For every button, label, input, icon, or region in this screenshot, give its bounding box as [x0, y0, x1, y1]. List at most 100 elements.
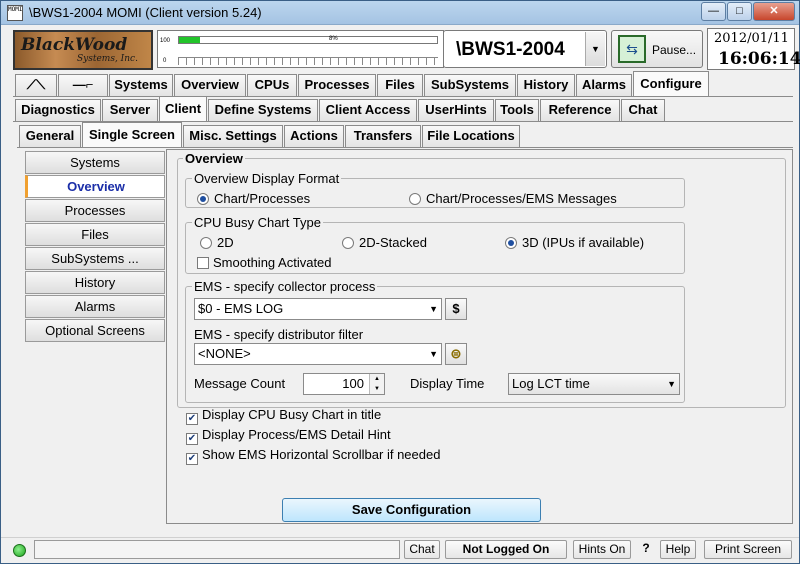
cpu-chart-type-title: CPU Busy Chart Type	[192, 215, 323, 230]
checkbox-box	[197, 257, 209, 269]
tab-misc-settings[interactable]: Misc. Settings	[183, 125, 283, 147]
nav-subsystems[interactable]: SubSystems ...	[25, 247, 165, 270]
app-window: MOMI \BWS1-2004 MOMI (Client version 5.2…	[0, 0, 800, 564]
message-count-stepper[interactable]: 100 ▲ ▼	[303, 373, 385, 395]
chat-button[interactable]: Chat	[404, 540, 440, 559]
logo-subtext: Systems, Inc.	[77, 54, 138, 64]
radio-label: Chart/Processes/EMS Messages	[426, 191, 617, 206]
display-format-title: Overview Display Format	[192, 171, 342, 186]
chevron-down-icon: ▼	[429, 304, 438, 314]
display-time-select[interactable]: Log LCT time ▼	[508, 373, 680, 395]
tab-define-systems[interactable]: Define Systems	[208, 99, 318, 121]
radio-2d[interactable]: 2D	[200, 235, 234, 250]
tab-client-access[interactable]: Client Access	[319, 99, 417, 121]
system-selector[interactable]: \BWS1-2004 ▼	[443, 30, 607, 68]
tab-alarms[interactable]: Alarms	[576, 74, 632, 96]
tab-server[interactable]: Server	[102, 99, 158, 121]
tab-client[interactable]: Client	[159, 96, 207, 121]
panel-title: Overview	[183, 151, 245, 166]
display-time-label: Display Time	[410, 376, 485, 391]
radio-label: 2D-Stacked	[359, 235, 427, 250]
print-screen-button[interactable]: Print Screen	[704, 540, 792, 559]
nav-files[interactable]: Files	[25, 223, 165, 246]
cpu-ticks	[178, 57, 438, 65]
login-status-button[interactable]: Not Logged On	[445, 540, 567, 559]
tab-file-locations[interactable]: File Locations	[422, 125, 520, 147]
graph-left-tab[interactable]: ⟋⟍	[15, 74, 57, 96]
radio-3d[interactable]: 3D (IPUs if available)	[505, 235, 644, 250]
filter-icon[interactable]: ⊜	[445, 343, 467, 365]
tab-diagnostics[interactable]: Diagnostics	[15, 99, 101, 121]
pause-button[interactable]: ⇆ Pause...	[611, 30, 703, 68]
client-tab-row: General Single Screen Misc. Settings Act…	[1, 122, 799, 147]
window-title: \BWS1-2004 MOMI (Client version 5.24)	[29, 5, 262, 20]
maximize-button[interactable]: □	[727, 2, 752, 21]
logo-text: BlackWood	[21, 35, 128, 55]
dollar-icon[interactable]: $	[445, 298, 467, 320]
save-configuration-button[interactable]: Save Configuration	[282, 498, 541, 522]
ems-collector-title: EMS - specify collector process	[192, 279, 378, 294]
tab-chat[interactable]: Chat	[621, 99, 665, 121]
tab-transfers[interactable]: Transfers	[345, 125, 421, 147]
stepper-arrows-icon[interactable]: ▲ ▼	[369, 374, 384, 394]
question-icon[interactable]: ?	[637, 540, 655, 559]
radio-dot	[197, 193, 209, 205]
smoothing-checkbox[interactable]: Smoothing Activated	[197, 255, 332, 270]
cpu-bar: 8%	[178, 36, 438, 44]
nav-overview[interactable]: Overview	[25, 175, 165, 198]
hints-button[interactable]: Hints On	[573, 540, 631, 559]
tab-single-screen[interactable]: Single Screen	[82, 122, 182, 147]
close-button[interactable]: ✕	[753, 2, 795, 21]
ems-distributor-select[interactable]: <NONE> ▼	[194, 343, 442, 365]
tab-reference[interactable]: Reference	[540, 99, 620, 121]
graph-right-tab[interactable]: —⌐	[58, 74, 108, 96]
ems-distributor-value: <NONE>	[198, 346, 251, 361]
tab-actions[interactable]: Actions	[284, 125, 344, 147]
pulse-graph-icon: —⌐	[72, 77, 94, 92]
check-cpu-busy-title[interactable]: ✔ Display CPU Busy Chart in title	[186, 407, 381, 425]
tab-subsystems[interactable]: SubSystems	[424, 74, 516, 96]
title-bar[interactable]: MOMI \BWS1-2004 MOMI (Client version 5.2…	[1, 1, 799, 25]
checkbox-label: Display CPU Busy Chart in title	[202, 407, 382, 422]
tab-general[interactable]: General	[19, 125, 81, 147]
nav-optional-screens[interactable]: Optional Screens	[25, 319, 165, 342]
tab-tools[interactable]: Tools	[495, 99, 539, 121]
tab-systems[interactable]: Systems	[109, 74, 173, 96]
radio-chart-processes[interactable]: Chart/Processes	[197, 191, 310, 206]
config-tab-row: Diagnostics Server Client Define Systems…	[1, 96, 799, 121]
help-button[interactable]: Help	[660, 540, 696, 559]
radio-dot	[200, 237, 212, 249]
main-tab-row: ⟋⟍ —⌐ Systems Overview CPUs Processes Fi…	[1, 71, 799, 96]
chevron-down-icon: ▼	[667, 379, 676, 389]
nav-alarms[interactable]: Alarms	[25, 295, 165, 318]
tab-overview[interactable]: Overview	[174, 74, 246, 96]
chevron-down-icon[interactable]: ▼	[585, 32, 605, 66]
tab-processes[interactable]: Processes	[298, 74, 376, 96]
tab-files[interactable]: Files	[377, 74, 423, 96]
nav-history[interactable]: History	[25, 271, 165, 294]
message-count-label: Message Count	[194, 376, 286, 391]
check-ems-scrollbar[interactable]: ✔ Show EMS Horizontal Scrollbar if needed	[186, 447, 440, 465]
tab-cpus[interactable]: CPUs	[247, 74, 297, 96]
ems-collector-select[interactable]: $0 - EMS LOG ▼	[194, 298, 442, 320]
checkbox-label: Display Process/EMS Detail Hint	[202, 427, 391, 442]
radio-chart-processes-ems[interactable]: Chart/Processes/EMS Messages	[409, 191, 617, 206]
cpu-percent: 8%	[329, 36, 338, 42]
header: BlackWood Systems, Inc. 100 0 8% \BWS1-2…	[9, 28, 800, 72]
datetime-display: 2012/01/11 16:06:14	[707, 28, 800, 70]
tab-configure[interactable]: Configure	[633, 71, 709, 96]
ems-distributor-label: EMS - specify distributor filter	[194, 327, 364, 342]
nav-processes[interactable]: Processes	[25, 199, 165, 222]
tab-userhints[interactable]: UserHints	[418, 99, 494, 121]
check-detail-hint[interactable]: ✔ Display Process/EMS Detail Hint	[186, 427, 391, 445]
tab-history[interactable]: History	[517, 74, 575, 96]
cpu-busy-chart: 100 0 8%	[157, 30, 444, 68]
network-icon: ⇆	[618, 35, 646, 63]
radio-label: 2D	[217, 235, 234, 250]
radio-2d-stacked[interactable]: 2D-Stacked	[342, 235, 427, 250]
nav-systems[interactable]: Systems	[25, 151, 165, 174]
chevron-down-icon: ▼	[429, 349, 438, 359]
system-name: \BWS1-2004	[456, 39, 565, 60]
minimize-button[interactable]: —	[701, 2, 726, 21]
cpu-bar-fill	[179, 37, 200, 43]
